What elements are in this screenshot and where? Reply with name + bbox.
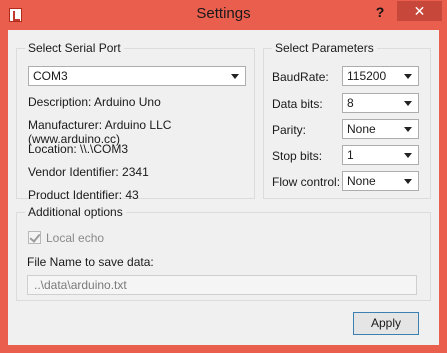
local-echo-label: Local echo bbox=[46, 231, 105, 245]
port-product-id: Product Identifier: 43 bbox=[28, 188, 139, 202]
flow-control-label: Flow control: bbox=[272, 175, 341, 189]
chevron-down-icon bbox=[404, 127, 412, 132]
stop-bits-combo[interactable]: 1 bbox=[342, 145, 419, 165]
stop-bits-value: 1 bbox=[347, 148, 354, 162]
settings-window: Settings ? ✕ Select Serial Port COM3 Des… bbox=[0, 0, 447, 353]
local-echo-checkbox[interactable] bbox=[28, 231, 41, 244]
close-icon: ✕ bbox=[413, 3, 426, 19]
close-button[interactable]: ✕ bbox=[397, 1, 442, 21]
parity-combo[interactable]: None bbox=[342, 119, 419, 139]
data-bits-combo[interactable]: 8 bbox=[342, 93, 419, 113]
file-name-label: File Name to save data: bbox=[27, 255, 154, 269]
title-bar[interactable]: Settings ? ✕ bbox=[0, 0, 447, 30]
chevron-down-icon bbox=[404, 153, 412, 158]
parity-label: Parity: bbox=[272, 123, 307, 137]
serial-port-value: COM3 bbox=[33, 69, 68, 83]
stop-bits-label: Stop bits: bbox=[272, 149, 323, 163]
baud-rate-combo[interactable]: 115200 bbox=[342, 66, 419, 86]
baud-rate-value: 115200 bbox=[347, 69, 387, 83]
serial-port-group: Select Serial Port COM3 Description: Ard… bbox=[16, 41, 255, 202]
data-bits-label: Data bits: bbox=[272, 97, 323, 111]
additional-options-group-title: Additional options bbox=[25, 205, 126, 219]
baud-rate-label: BaudRate: bbox=[272, 70, 329, 84]
port-vendor-id: Vendor Identifier: 2341 bbox=[28, 165, 149, 179]
parameters-group: Select Parameters BaudRate: 115200 Data … bbox=[263, 41, 431, 199]
help-button[interactable]: ? bbox=[372, 4, 388, 22]
parameters-group-title: Select Parameters bbox=[272, 41, 377, 55]
chevron-down-icon bbox=[404, 74, 412, 79]
data-bits-value: 8 bbox=[347, 96, 354, 110]
apply-button[interactable]: Apply bbox=[353, 312, 419, 335]
parity-value: None bbox=[347, 122, 376, 136]
file-name-field[interactable]: ..\data\arduino.txt bbox=[27, 275, 417, 295]
chevron-down-icon bbox=[404, 101, 412, 106]
chevron-down-icon bbox=[231, 74, 239, 79]
dialog-body: Select Serial Port COM3 Description: Ard… bbox=[8, 30, 439, 345]
port-description: Description: Arduino Uno bbox=[28, 95, 161, 109]
serial-port-group-title: Select Serial Port bbox=[25, 41, 124, 55]
port-location: Location: \\.\COM3 bbox=[28, 142, 129, 156]
flow-control-combo[interactable]: None bbox=[342, 171, 419, 191]
serial-port-combo[interactable]: COM3 bbox=[28, 66, 246, 86]
chevron-down-icon bbox=[404, 179, 412, 184]
flow-control-value: None bbox=[347, 174, 376, 188]
